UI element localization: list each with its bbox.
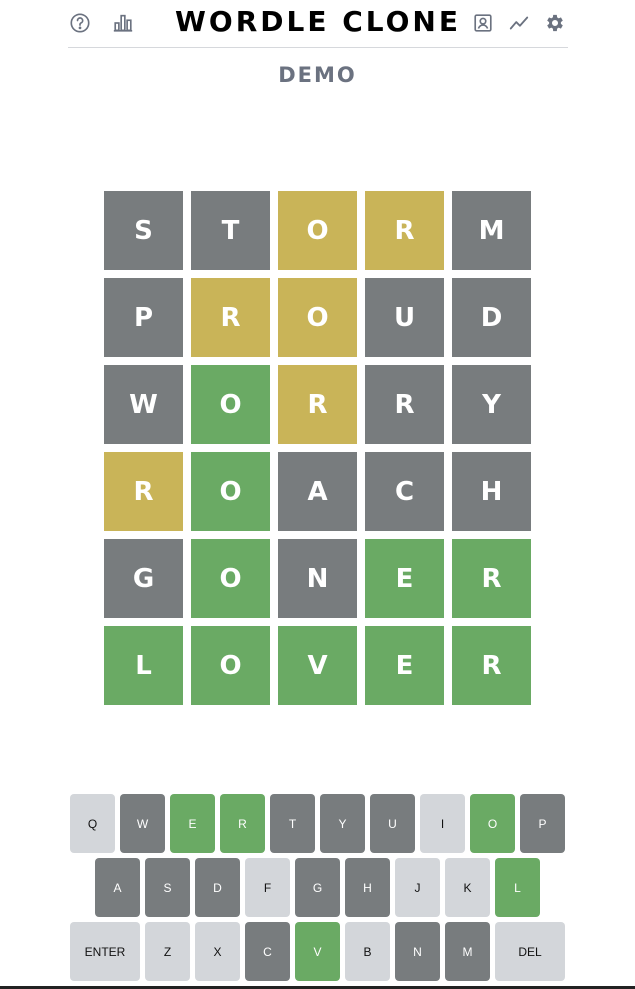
keyboard-row: ENTER Z X C V B N M DEL bbox=[0, 922, 635, 981]
key-s[interactable]: S bbox=[145, 858, 190, 917]
board-tile: Y bbox=[452, 365, 531, 444]
key-q[interactable]: Q bbox=[70, 794, 115, 853]
key-x[interactable]: X bbox=[195, 922, 240, 981]
key-c[interactable]: C bbox=[245, 922, 290, 981]
key-g[interactable]: G bbox=[295, 858, 340, 917]
board-tile: O bbox=[191, 539, 270, 618]
key-a[interactable]: A bbox=[95, 858, 140, 917]
board-tile: O bbox=[278, 278, 357, 357]
board-tile: R bbox=[104, 452, 183, 531]
board-tile: G bbox=[104, 539, 183, 618]
key-o[interactable]: O bbox=[470, 794, 515, 853]
board-row: WORRY bbox=[104, 365, 531, 444]
delete-key[interactable]: DEL bbox=[495, 922, 565, 981]
board-tile: A bbox=[278, 452, 357, 531]
key-n[interactable]: N bbox=[395, 922, 440, 981]
board-tile: O bbox=[191, 365, 270, 444]
board-tile: L bbox=[104, 626, 183, 705]
key-b[interactable]: B bbox=[345, 922, 390, 981]
board-tile: S bbox=[104, 191, 183, 270]
board-row: STORM bbox=[104, 191, 531, 270]
board-tile: R bbox=[365, 365, 444, 444]
board-tile: R bbox=[191, 278, 270, 357]
board-tile: R bbox=[452, 539, 531, 618]
mode-label: DEMO bbox=[278, 63, 357, 87]
enter-key[interactable]: ENTER bbox=[70, 922, 140, 981]
board-row: LOVER bbox=[104, 626, 531, 705]
settings-icon[interactable] bbox=[543, 11, 567, 35]
board-tile: O bbox=[191, 452, 270, 531]
trend-icon[interactable] bbox=[507, 11, 531, 35]
board-tile: E bbox=[365, 539, 444, 618]
board-tile: R bbox=[452, 626, 531, 705]
key-i[interactable]: I bbox=[420, 794, 465, 853]
on-screen-keyboard: Q W E R T Y U I O P A S D F G H J K L ENTER Z X C V B N M DEL bbox=[0, 794, 635, 986]
key-v[interactable]: V bbox=[295, 922, 340, 981]
board-tile: N bbox=[278, 539, 357, 618]
board-tile: U bbox=[365, 278, 444, 357]
key-u[interactable]: U bbox=[370, 794, 415, 853]
board-tile: E bbox=[365, 626, 444, 705]
board-tile: P bbox=[104, 278, 183, 357]
board-row: GONER bbox=[104, 539, 531, 618]
key-r[interactable]: R bbox=[220, 794, 265, 853]
board-tile: C bbox=[365, 452, 444, 531]
game-board: STORMPROUDWORRYROACHGONERLOVER bbox=[104, 191, 531, 713]
key-z[interactable]: Z bbox=[145, 922, 190, 981]
board-row: PROUD bbox=[104, 278, 531, 357]
board-tile: T bbox=[191, 191, 270, 270]
profile-icon[interactable] bbox=[471, 11, 495, 35]
board-tile: O bbox=[278, 191, 357, 270]
board-tile: H bbox=[452, 452, 531, 531]
key-k[interactable]: K bbox=[445, 858, 490, 917]
board-tile: V bbox=[278, 626, 357, 705]
board-tile: O bbox=[191, 626, 270, 705]
key-y[interactable]: Y bbox=[320, 794, 365, 853]
keyboard-row: QWERTYUIOP bbox=[0, 794, 635, 853]
key-j[interactable]: J bbox=[395, 858, 440, 917]
keyboard-row: ASDFGHJKL bbox=[0, 858, 635, 917]
key-f[interactable]: F bbox=[245, 858, 290, 917]
key-h[interactable]: H bbox=[345, 858, 390, 917]
navbar: WORDLE CLONE bbox=[68, 0, 568, 48]
key-d[interactable]: D bbox=[195, 858, 240, 917]
board-tile: R bbox=[365, 191, 444, 270]
key-w[interactable]: W bbox=[120, 794, 165, 853]
board-row: ROACH bbox=[104, 452, 531, 531]
key-l[interactable]: L bbox=[495, 858, 540, 917]
board-tile: D bbox=[452, 278, 531, 357]
key-e[interactable]: E bbox=[170, 794, 215, 853]
board-tile: M bbox=[452, 191, 531, 270]
board-tile: R bbox=[278, 365, 357, 444]
key-t[interactable]: T bbox=[270, 794, 315, 853]
key-p[interactable]: P bbox=[520, 794, 565, 853]
key-m[interactable]: M bbox=[445, 922, 490, 981]
board-tile: W bbox=[104, 365, 183, 444]
